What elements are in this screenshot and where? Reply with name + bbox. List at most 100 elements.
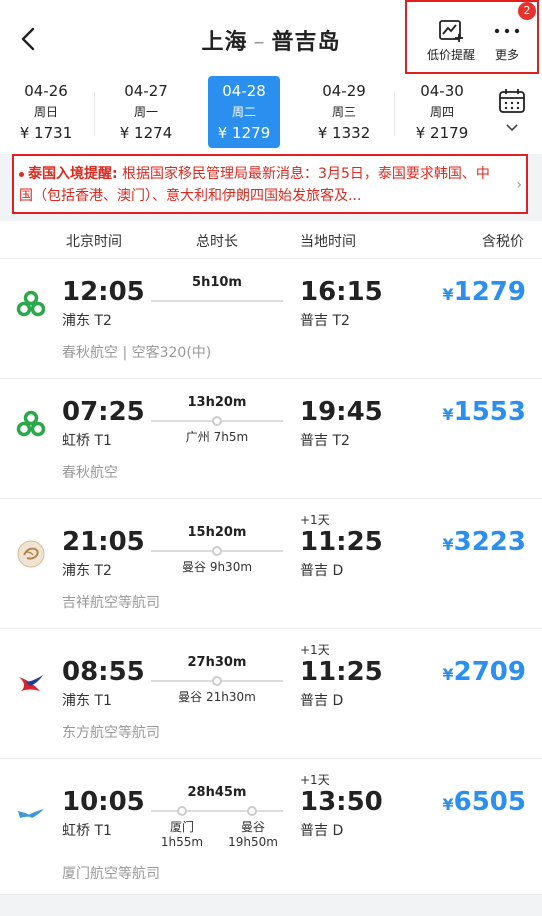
weekday-label: 周三	[331, 105, 356, 119]
currency-symbol: ¥	[442, 535, 454, 554]
stopover-dot	[212, 416, 222, 426]
stopover-dot	[212, 546, 222, 556]
low-price-label: 低价提醒	[426, 48, 475, 62]
price-value: 1553	[453, 397, 526, 427]
flight-list: 北京时间 总时长 当地时间 含税价 12:05 浦东 T2 5h10m 16:1…	[0, 221, 542, 895]
flight-duration: 15h20m	[187, 525, 247, 540]
stopover-city: 厦门	[169, 820, 194, 834]
date-label: 04-28	[222, 82, 266, 100]
china-eastern-logo-icon	[19, 675, 43, 691]
stopover-info: 曼谷 19h50m	[222, 820, 284, 850]
price-value: 2709	[453, 657, 526, 687]
date-divider	[94, 92, 95, 136]
departure-time: 08:55	[62, 657, 145, 687]
chevron-down-icon	[506, 124, 518, 132]
arrival-airport: 普吉 D	[300, 563, 344, 579]
weekday-label: 周四	[429, 105, 454, 119]
date-option[interactable]: 04-27 周一 ¥ 1274	[96, 76, 196, 148]
arrival-airport: 普吉 T2	[300, 313, 350, 329]
departure-airport: 浦东 T1	[62, 693, 112, 709]
date-selector: 04-26 周日 ¥ 1731 04-27 周一 ¥ 1274 04-28 周二…	[0, 76, 542, 154]
plus-day-label: +1天	[300, 513, 330, 527]
flight-duration: 5h10m	[192, 275, 242, 290]
stopover-dot	[247, 806, 257, 816]
chevron-right-icon: ›	[516, 177, 522, 193]
stopover-info: 厦门 1h55m	[152, 820, 212, 850]
stopover-info: 广州 7h5m	[151, 430, 283, 445]
arrival-time: 11:25	[300, 527, 383, 557]
stopover-wait: 7h5m	[213, 430, 249, 444]
stopover-dot	[177, 806, 187, 816]
weekday-label: 周一	[133, 105, 158, 119]
flight-row[interactable]: 08:55 浦东 T1 27h30m 曼谷 21h30m +1天 11:25 普…	[0, 629, 542, 759]
flight-row[interactable]: 10:05 虹桥 T1 28h45m 厦门 1h55m 曼谷 19h50m +1…	[0, 759, 542, 895]
route-line	[151, 810, 283, 812]
stopover-wait: 1h55m	[160, 835, 204, 849]
date-option[interactable]: 04-29 周三 ¥ 1332	[294, 76, 394, 148]
currency-symbol: ¥	[442, 795, 454, 814]
date-label: 04-27	[124, 82, 168, 100]
origin-city: 上海	[201, 30, 248, 55]
calendar-icon	[499, 89, 525, 113]
route-dash: –	[253, 30, 266, 55]
currency-symbol: ¥	[442, 405, 454, 424]
departure-time: 21:05	[62, 527, 145, 557]
currency-symbol: ¥	[442, 285, 454, 304]
plus-day-label: +1天	[300, 773, 330, 787]
date-option[interactable]: 04-26 周日 ¥ 1731	[0, 76, 92, 148]
price-value: 1279	[453, 277, 526, 307]
date-label: 04-30	[420, 82, 464, 100]
price-value: 3223	[453, 527, 526, 557]
arrival-time: 16:15	[300, 277, 383, 307]
flight-price: ¥6505	[442, 787, 526, 817]
date-price: ¥ 1731	[19, 124, 73, 142]
spring-airlines-logo-icon	[16, 290, 46, 317]
date-option-selected[interactable]: 04-28 周二 ¥ 1279	[208, 76, 280, 148]
price-value: 6505	[453, 787, 526, 817]
notice-dot	[19, 171, 24, 177]
date-label: 04-29	[322, 82, 366, 100]
currency-symbol: ¥	[442, 665, 454, 684]
flight-row[interactable]: 21:05 浦东 T2 15h20m 曼谷 9h30m +1天 11:25 普吉…	[0, 499, 542, 629]
flight-price: ¥2709	[442, 657, 526, 687]
entry-notice-banner[interactable]: 泰国入境提醒: 根据国家移民管理局最新消息：3月5日，泰国要求韩国、中国（包括香…	[12, 154, 528, 214]
calendar-button[interactable]	[494, 88, 530, 137]
departure-airport: 浦东 T2	[62, 563, 112, 579]
date-price: ¥ 1332	[317, 124, 371, 142]
date-divider	[394, 92, 395, 136]
departure-airport: 虹桥 T1	[62, 823, 112, 839]
arrival-airport: 普吉 T2	[300, 433, 350, 449]
arrival-time: 19:45	[300, 397, 383, 427]
date-price: ¥ 2179	[415, 124, 469, 142]
destination-city: 普吉岛	[271, 30, 341, 55]
departure-airport: 浦东 T2	[62, 313, 112, 329]
column-headers: 北京时间 总时长 当地时间 含税价	[0, 221, 542, 259]
weekday-label: 周二	[231, 105, 256, 119]
stopover-info: 曼谷 21h30m	[151, 690, 283, 705]
flight-row[interactable]: 12:05 浦东 T2 5h10m 16:15 普吉 T2 ¥1279 春秋航空…	[0, 259, 542, 379]
date-price: ¥ 1279	[217, 124, 271, 142]
airline-info: 厦门航空等航司	[62, 866, 160, 882]
price-alert-chart-icon	[439, 20, 463, 42]
airline-info: 春秋航空 | 空客320(中)	[62, 345, 212, 361]
airline-info: 吉祥航空等航司	[62, 595, 160, 611]
date-option[interactable]: 04-30 周四 ¥ 2179	[396, 76, 488, 148]
header-actions: 低价提醒 更多 2	[405, 0, 539, 74]
col-local-time: 当地时间	[300, 234, 356, 250]
flight-duration: 13h20m	[187, 395, 247, 410]
top-bar: 上海 – 普吉岛 低价提醒 更多 2	[0, 0, 542, 76]
flight-row[interactable]: 07:25 虹桥 T1 13h20m 广州 7h5m 19:45 普吉 T2 ¥…	[0, 379, 542, 499]
flight-price: ¥3223	[442, 527, 526, 557]
more-button[interactable]: 更多	[479, 16, 535, 63]
date-price: ¥ 1274	[119, 124, 173, 142]
arrival-time: 13:50	[300, 787, 383, 817]
plus-day-label: +1天	[300, 643, 330, 657]
col-duration: 总时长	[196, 234, 238, 250]
flight-duration: 27h30m	[187, 655, 247, 670]
stopover-city: 广州	[185, 430, 210, 444]
low-price-alert-button[interactable]: 低价提醒	[421, 16, 481, 63]
spring-airlines-logo-icon	[16, 410, 46, 437]
col-beijing-time: 北京时间	[66, 234, 122, 250]
airline-info: 春秋航空	[62, 465, 118, 481]
flight-price: ¥1553	[442, 397, 526, 427]
